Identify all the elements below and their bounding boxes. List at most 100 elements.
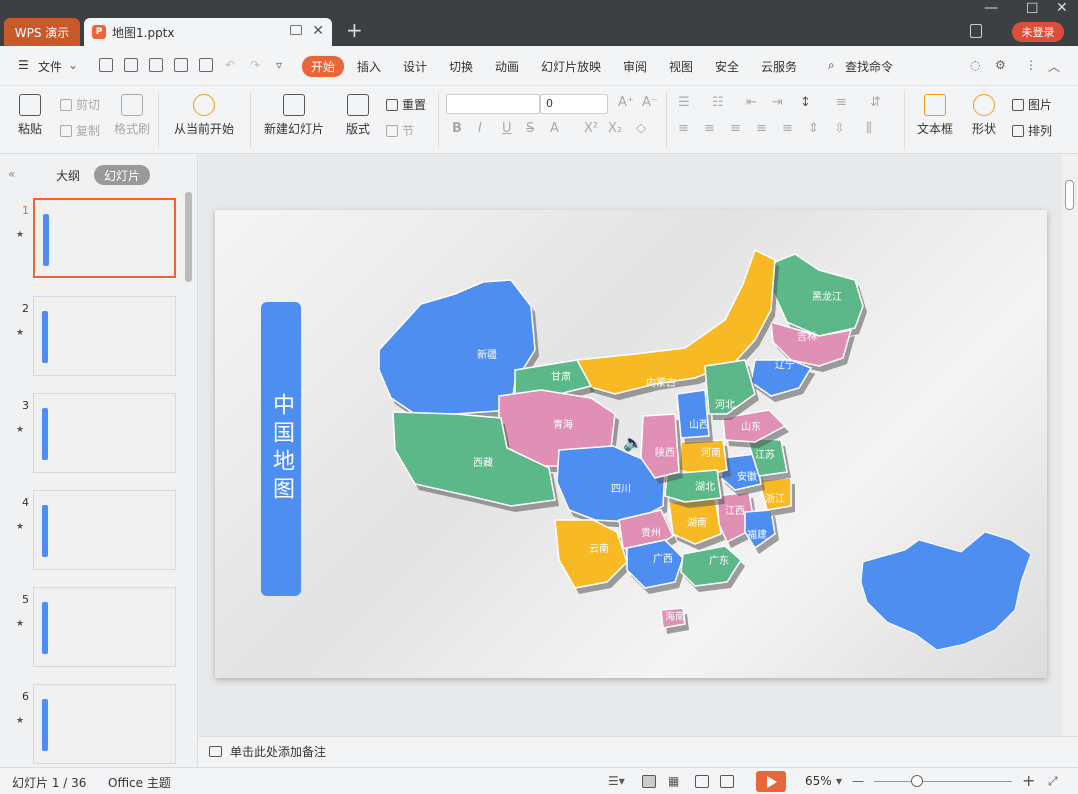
align-center-icon[interactable]: ≡ bbox=[704, 121, 715, 136]
reading-view-icon[interactable] bbox=[695, 775, 709, 788]
copy-button[interactable]: 复制 bbox=[60, 122, 100, 139]
tab-cloud[interactable]: 云服务 bbox=[761, 58, 797, 75]
slide-thumbnail-3[interactable] bbox=[33, 393, 176, 473]
search-command[interactable]: 查找命令 bbox=[845, 58, 893, 75]
reset-button[interactable]: 重置 bbox=[386, 96, 426, 113]
province-16[interactable]: 福建 bbox=[744, 509, 779, 554]
presenter-view-icon[interactable] bbox=[720, 775, 734, 788]
slide-thumbnail-5[interactable] bbox=[33, 587, 176, 667]
tab-transition[interactable]: 切换 bbox=[449, 58, 473, 75]
slide-thumbnail-4[interactable] bbox=[33, 490, 176, 570]
hamburger-icon[interactable]: ☰ bbox=[18, 58, 29, 72]
export-pdf-icon[interactable] bbox=[149, 58, 163, 72]
outdent-icon[interactable]: ⇤ bbox=[746, 95, 757, 110]
close-window-icon[interactable]: ✕ bbox=[1056, 0, 1068, 16]
customize-icon[interactable]: ▿ bbox=[276, 58, 282, 72]
tab-review[interactable]: 审阅 bbox=[623, 58, 647, 75]
more-icon[interactable]: ⋮ bbox=[1025, 58, 1037, 72]
text-direction-icon[interactable]: ⇵ bbox=[870, 95, 881, 110]
align-right-icon[interactable]: ≡ bbox=[730, 121, 741, 136]
arrange-button[interactable]: 排列 bbox=[1012, 122, 1052, 139]
collapse-ribbon-icon[interactable]: ︿ bbox=[1048, 58, 1060, 75]
font-size-select[interactable]: 0 bbox=[540, 94, 608, 114]
province-26[interactable]: 海南 bbox=[660, 607, 689, 634]
print-preview-icon[interactable] bbox=[199, 58, 213, 72]
increase-font-icon[interactable]: A⁺ bbox=[618, 95, 634, 110]
login-button[interactable]: 未登录 bbox=[1012, 22, 1064, 42]
italic-icon[interactable]: I bbox=[478, 121, 482, 136]
tab-home[interactable]: 开始 bbox=[302, 56, 345, 77]
undo-icon[interactable]: ↶ bbox=[225, 58, 235, 72]
audio-speaker-icon[interactable]: 🔈 bbox=[623, 433, 643, 452]
comment-icon[interactable]: ◌ bbox=[970, 58, 980, 72]
clear-format-icon[interactable]: ◇ bbox=[636, 121, 646, 136]
zoom-in-icon[interactable]: + bbox=[1022, 771, 1035, 790]
new-tab-button[interactable]: + bbox=[346, 18, 363, 42]
china-map[interactable]: 黑龙江吉林辽宁内蒙古 新疆甘肃青海西藏四川云南 贵州广西 广东 湖南 江西福建 浙江安徽 江苏… bbox=[215, 210, 1047, 678]
numbering-icon[interactable]: ☷ bbox=[712, 95, 724, 110]
panel-scrollbar[interactable] bbox=[185, 192, 192, 282]
decrease-font-icon[interactable]: A⁻ bbox=[642, 95, 658, 110]
distribute-icon[interactable]: ≡ bbox=[782, 121, 793, 136]
textbox-button[interactable]: 文本框 bbox=[912, 94, 958, 137]
slide-canvas[interactable]: 中国地图 黑龙江 吉林 辽宁 内蒙古 新疆 甘肃 青海 西藏 四川 云南 贵州 广西 广东 湖南 江西 福建浙… bbox=[199, 154, 1061, 736]
format-painter-button[interactable]: 格式刷 bbox=[112, 94, 152, 137]
app-tab[interactable]: WPS 演示 bbox=[4, 18, 80, 46]
section-button[interactable]: 节 bbox=[386, 122, 414, 139]
justify-icon[interactable]: ≡ bbox=[756, 121, 767, 136]
font-family-select[interactable] bbox=[446, 94, 540, 114]
strikethrough-icon[interactable]: S bbox=[526, 121, 534, 136]
theme-name[interactable]: Office 主题 bbox=[108, 774, 171, 791]
tab-design[interactable]: 设计 bbox=[403, 58, 427, 75]
slide[interactable]: 中国地图 黑龙江 吉林 辽宁 内蒙古 新疆 甘肃 青海 西藏 四川 云南 贵州 广西 广东 湖南 江西 福建浙… bbox=[215, 210, 1047, 678]
collapse-panel-icon[interactable]: « bbox=[8, 167, 15, 181]
search-icon[interactable]: ⌕ bbox=[828, 58, 835, 73]
province-13[interactable]: 广东 bbox=[680, 545, 745, 592]
tab-animation[interactable]: 动画 bbox=[495, 58, 519, 75]
cut-button[interactable]: 剪切 bbox=[60, 96, 100, 113]
notes-toggle-icon[interactable]: ☰▾ bbox=[608, 774, 625, 788]
gear-icon[interactable]: ⚙ bbox=[995, 58, 1006, 72]
picture-button[interactable]: 图片 bbox=[1012, 96, 1052, 113]
province-12[interactable]: 广西 bbox=[626, 539, 687, 594]
new-slide-button[interactable]: 新建幻灯片 bbox=[258, 94, 330, 137]
zoom-level[interactable]: 65% bbox=[805, 774, 832, 788]
open-folder-icon[interactable] bbox=[99, 58, 113, 72]
line-spacing-icon[interactable]: ↕ bbox=[800, 95, 811, 110]
superscript-icon[interactable]: X² bbox=[584, 121, 598, 136]
shape-button[interactable]: 形状 bbox=[966, 94, 1002, 137]
paragraph-icon[interactable]: ≡ bbox=[836, 95, 847, 110]
font-color-icon[interactable]: A bbox=[550, 121, 559, 136]
notes-placeholder[interactable]: 单击此处添加备注 bbox=[230, 743, 326, 760]
vertical-align-icon[interactable]: ⇕ bbox=[808, 121, 819, 136]
layout-button[interactable]: 版式 bbox=[340, 94, 376, 137]
file-menu[interactable]: 文件 bbox=[38, 58, 62, 75]
tab-insert[interactable]: 插入 bbox=[357, 58, 381, 75]
normal-view-icon[interactable] bbox=[642, 775, 656, 788]
text-align-icon[interactable]: ⇳ bbox=[834, 121, 845, 136]
tab-slideshow[interactable]: 幻灯片放映 bbox=[541, 58, 601, 75]
tab-outline[interactable]: 大纲 bbox=[56, 167, 80, 184]
minimize-icon[interactable]: — bbox=[984, 0, 998, 16]
notes-pane[interactable]: 单击此处添加备注 bbox=[199, 736, 1078, 766]
tab-slides[interactable]: 幻灯片 bbox=[94, 165, 150, 185]
bold-icon[interactable]: B bbox=[452, 121, 462, 136]
redo-icon[interactable]: ↷ bbox=[250, 58, 260, 72]
slide-thumbnail-6[interactable] bbox=[33, 684, 176, 764]
float-window-icon[interactable] bbox=[290, 25, 302, 35]
indent-icon[interactable]: ⇥ bbox=[772, 95, 783, 110]
align-left-icon[interactable]: ≡ bbox=[678, 121, 689, 136]
vertical-scrollbar[interactable] bbox=[1061, 154, 1078, 736]
chevron-down-icon[interactable]: ⌄ bbox=[68, 58, 78, 72]
zoom-slider-track[interactable] bbox=[874, 781, 1012, 782]
slideshow-play-button[interactable] bbox=[756, 771, 786, 792]
mobile-icon[interactable] bbox=[970, 24, 982, 38]
print-icon[interactable] bbox=[174, 58, 188, 72]
save-icon[interactable] bbox=[124, 58, 138, 72]
slide-thumbnail-1[interactable] bbox=[33, 198, 176, 278]
scroll-thumb[interactable] bbox=[1065, 180, 1074, 210]
tab-security[interactable]: 安全 bbox=[715, 58, 739, 75]
subscript-icon[interactable]: X₂ bbox=[608, 121, 622, 136]
province-25[interactable]: 河北 bbox=[704, 359, 759, 420]
maximize-icon[interactable]: ☐ bbox=[1026, 1, 1039, 17]
